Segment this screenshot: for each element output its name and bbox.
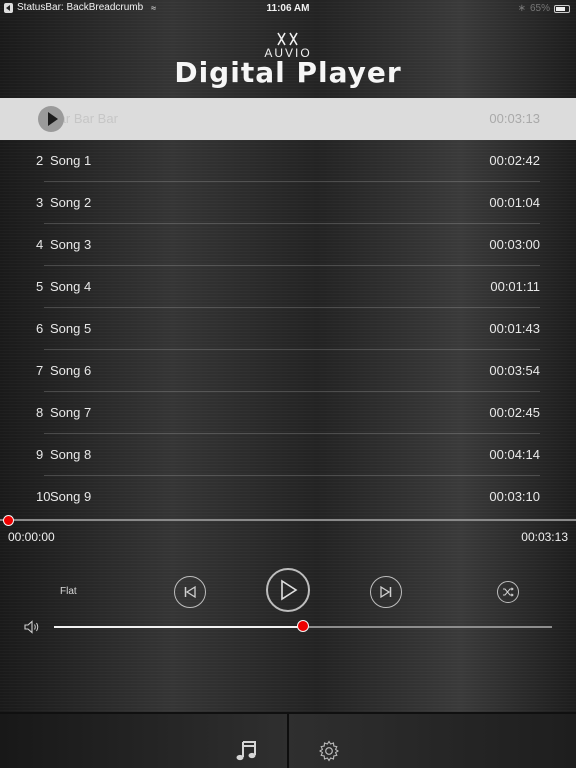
progress-track[interactable] — [0, 519, 576, 521]
track-number: 5 — [36, 279, 44, 294]
bluetooth-icon: ∗ — [517, 3, 526, 14]
playlist-row-now-playing[interactable]: Bar Bar Bar 00:03:13 — [0, 98, 576, 140]
playlist-row[interactable]: 2 Song 1 00:02:42 — [0, 140, 576, 182]
skip-previous-icon — [184, 585, 196, 599]
tab-bar — [0, 712, 576, 768]
track-number: 2 — [36, 153, 44, 168]
previous-button[interactable] — [174, 576, 206, 608]
track-number: 8 — [36, 405, 44, 420]
playlist-row[interactable]: 9 Song 8 00:04:14 — [0, 434, 576, 476]
eq-preset-button[interactable]: Flat — [60, 586, 77, 597]
song-name: Song 6 — [50, 363, 92, 378]
battery-icon — [554, 4, 570, 13]
tab-divider — [287, 714, 289, 768]
playlist-row[interactable]: 10 Song 9 00:03:10 — [0, 476, 576, 518]
playlist-row[interactable]: 6 Song 5 00:01:43 — [0, 308, 576, 350]
playlist-row[interactable]: 3 Song 2 00:01:04 — [0, 182, 576, 224]
playlist-row[interactable]: 8 Song 7 00:02:45 — [0, 392, 576, 434]
battery-percent: 65% — [529, 3, 550, 14]
track-number: 9 — [36, 447, 44, 462]
volume-handle[interactable] — [297, 620, 309, 632]
shuffle-icon — [503, 587, 514, 597]
playlist-row[interactable]: 5 Song 4 00:01:11 — [0, 266, 576, 308]
track-number: 7 — [36, 363, 44, 378]
next-button[interactable] — [370, 576, 402, 608]
status-right: ∗ 65% — [518, 3, 570, 14]
song-duration: 00:03:10 — [489, 489, 540, 504]
gear-icon[interactable] — [318, 740, 340, 762]
playlist: Bar Bar Bar 00:03:13 2 Song 1 00:02:42 3… — [0, 98, 576, 518]
song-duration: 00:02:45 — [489, 405, 540, 420]
play-icon[interactable] — [38, 106, 64, 132]
volume-icon — [24, 620, 39, 634]
playlist-row[interactable]: 7 Song 6 00:03:54 — [0, 350, 576, 392]
skip-next-icon — [380, 585, 392, 599]
time-total: 00:03:13 — [521, 530, 568, 544]
song-name: Song 9 — [50, 489, 92, 504]
song-duration: 00:01:43 — [489, 321, 540, 336]
song-name: Song 8 — [50, 447, 92, 462]
logo-mark-icon — [0, 32, 576, 46]
play-button[interactable] — [266, 568, 310, 612]
time-elapsed: 00:00:00 — [8, 530, 55, 544]
song-name: Song 1 — [50, 153, 92, 168]
song-duration: 00:03:54 — [489, 363, 540, 378]
track-number: 10 — [36, 489, 51, 504]
music-note-icon[interactable] — [234, 738, 260, 762]
shuffle-button[interactable] — [497, 581, 519, 603]
track-number: 4 — [36, 237, 44, 252]
app-header: AUVIO Digital Player — [0, 30, 576, 94]
song-duration: 00:03:00 — [489, 237, 540, 252]
page-title: Digital Player — [174, 56, 402, 89]
track-number: 6 — [36, 321, 44, 336]
song-name: Song 2 — [50, 195, 92, 210]
volume-fill — [54, 626, 303, 628]
song-duration: 00:03:13 — [489, 111, 540, 126]
status-bar: StatusBar: BackBreadcrumb ≈ 11:06 AM ∗ 6… — [0, 0, 576, 18]
status-time: 11:06 AM — [266, 3, 310, 14]
play-icon — [281, 579, 298, 601]
song-duration: 00:01:11 — [490, 279, 540, 294]
track-number: 3 — [36, 195, 44, 210]
song-duration: 00:04:14 — [489, 447, 540, 462]
song-name: Song 5 — [50, 321, 92, 336]
song-name: Song 7 — [50, 405, 92, 420]
song-duration: 00:02:42 — [489, 153, 540, 168]
progress-handle[interactable] — [3, 515, 14, 526]
song-name: Song 3 — [50, 237, 92, 252]
playlist-row[interactable]: 4 Song 3 00:03:00 — [0, 224, 576, 266]
song-duration: 00:01:04 — [489, 195, 540, 210]
song-name: Song 4 — [50, 279, 92, 294]
